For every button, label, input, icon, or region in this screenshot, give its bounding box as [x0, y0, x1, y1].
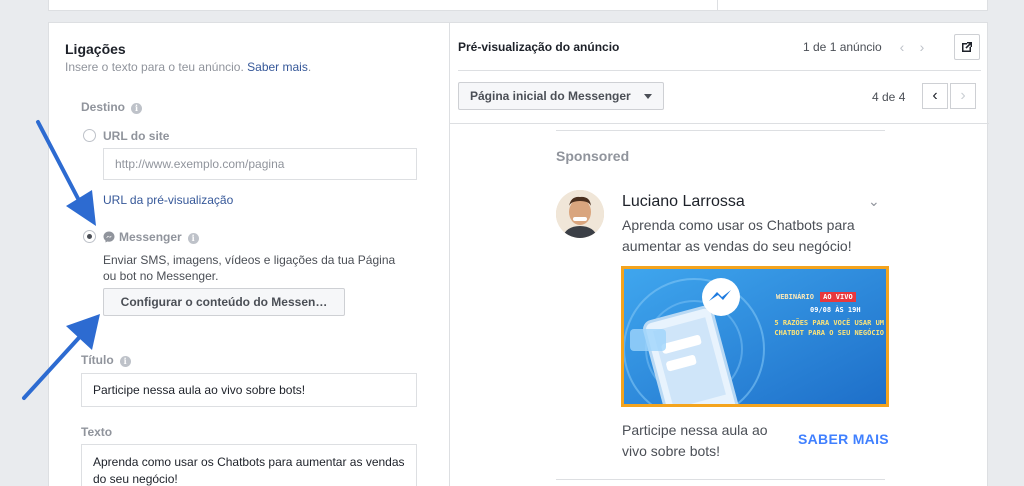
messenger-description: Enviar SMS, imagens, vídeos e ligações d…	[103, 253, 396, 283]
info-icon[interactable]: i	[131, 103, 143, 114]
prev-placement-button[interactable]: ‹	[922, 83, 948, 109]
info-icon[interactable]: i	[119, 356, 131, 367]
chevron-left-icon[interactable]: ‹	[895, 40, 909, 54]
messenger-label: Messenger i	[103, 230, 199, 244]
website-url-label: URL do site	[103, 129, 170, 143]
text-input[interactable]: Aprenda como usar os Chatbots para aumen…	[81, 444, 417, 486]
ad-image[interactable]: WEBINÁRIO AO VIVO 09/08 ÀS 19H 5 RAZÕES …	[621, 266, 889, 407]
preview-url-link[interactable]: URL da pré-visualização	[103, 193, 233, 207]
info-icon[interactable]: i	[187, 233, 199, 244]
learn-more-link[interactable]: Saber mais	[247, 60, 308, 74]
caret-down-icon	[644, 94, 652, 99]
ad-image-tag: WEBINÁRIO AO VIVO	[776, 292, 856, 302]
configure-messenger-button[interactable]: Configurar o conteúdo do Messen…	[103, 288, 345, 316]
ad-caption: Aprenda como usar os Chatbots para aumen…	[622, 217, 855, 254]
text-label: Texto	[81, 425, 113, 439]
section-title: Ligações	[65, 41, 126, 57]
headline-input[interactable]: Participe nessa aula ao vivo sobre bots!	[81, 373, 417, 407]
chevron-down-icon[interactable]: ⌄	[868, 193, 880, 210]
avatar	[556, 190, 604, 238]
chevron-right-icon[interactable]: ›	[915, 40, 929, 54]
preview-title: Pré-visualização do anúncio	[458, 40, 620, 54]
next-placement-button[interactable]: ›	[950, 83, 976, 109]
top-panel-strip	[48, 0, 988, 11]
open-external-button[interactable]	[954, 34, 980, 60]
website-url-input[interactable]: http://www.exemplo.com/pagina	[103, 148, 417, 180]
annotation-arrow-top	[36, 120, 96, 226]
ad-preview-panel: Pré-visualização do anúncio 1 de 1 anúnc…	[449, 22, 989, 486]
ad-image-headline: 5 RAZÕES PARA VOCÊ USAR UM CHATBOT PARA …	[774, 319, 884, 337]
external-link-icon	[962, 42, 972, 52]
connections-panel: Ligações Insere o texto para o teu anúnc…	[48, 22, 449, 486]
ad-image-date: 09/08 ÀS 19H	[810, 306, 861, 314]
placement-dropdown[interactable]: Página inicial do Messenger	[458, 82, 664, 110]
annotation-arrow-bottom	[22, 314, 100, 400]
ad-text: Participe nessa aula ao vivo sobre bots!	[622, 422, 768, 459]
cta-button[interactable]: SABER MAIS	[798, 431, 889, 447]
messenger-icon	[103, 231, 115, 243]
placement-page-indicator: 4 de 4	[872, 90, 906, 104]
sponsored-label: Sponsored	[556, 148, 630, 164]
ad-count: 1 de 1 anúncio	[803, 40, 882, 54]
destination-label: Destino i	[81, 100, 143, 114]
section-subtitle: Insere o texto para o teu anúncio. Saber…	[65, 60, 312, 74]
ad-author[interactable]: Luciano Larrossa	[622, 193, 745, 211]
